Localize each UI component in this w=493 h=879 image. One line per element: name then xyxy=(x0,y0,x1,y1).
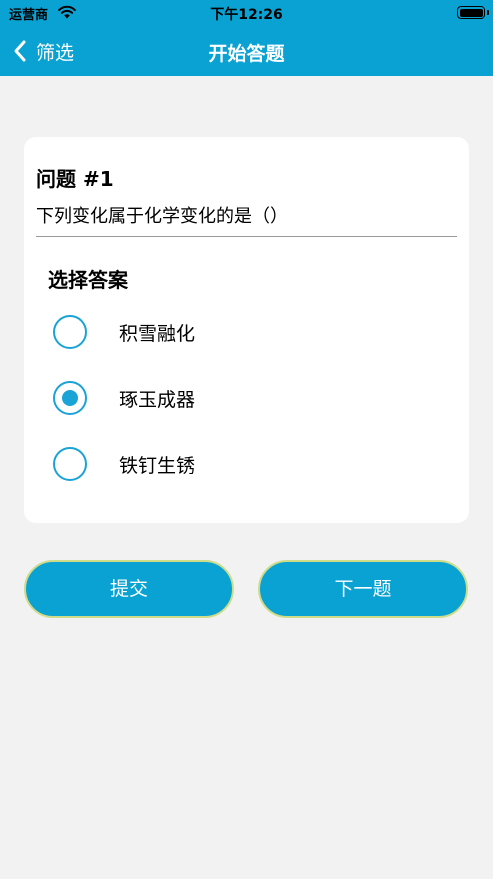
radio-selected-dot xyxy=(62,390,78,406)
option-label: 琢玉成器 xyxy=(119,389,196,411)
next-question-button[interactable]: 下一题 xyxy=(258,560,468,618)
submit-button[interactable]: 提交 xyxy=(24,560,234,618)
radio-button-selected[interactable] xyxy=(53,381,87,415)
option-label: 铁钉生锈 xyxy=(119,455,196,477)
question-number: 问题 #1 xyxy=(36,167,114,191)
question-text: 下列变化属于化学变化的是（） xyxy=(36,206,288,227)
page-title: 开始答题 xyxy=(208,43,285,65)
question-card: 问题 #1 下列变化属于化学变化的是（） 选择答案 积雪融化 琢玉成器 铁钉生锈 xyxy=(24,137,469,523)
radio-button[interactable] xyxy=(53,315,87,349)
answer-option-3[interactable]: 铁钉生锈 xyxy=(48,439,438,489)
battery-cap xyxy=(487,10,489,15)
option-label: 积雪融化 xyxy=(119,323,196,345)
divider xyxy=(36,236,457,237)
navigation-bar: 筛选 开始答题 xyxy=(0,26,493,76)
answer-option-2[interactable]: 琢玉成器 xyxy=(48,373,438,423)
answers-heading: 选择答案 xyxy=(48,268,128,292)
status-time: 下午12:26 xyxy=(210,7,283,23)
radio-button[interactable] xyxy=(53,447,87,481)
answer-option-1[interactable]: 积雪融化 xyxy=(48,307,438,357)
battery-icon xyxy=(457,6,485,19)
status-bar: 运营商 下午12:26 xyxy=(0,0,493,26)
